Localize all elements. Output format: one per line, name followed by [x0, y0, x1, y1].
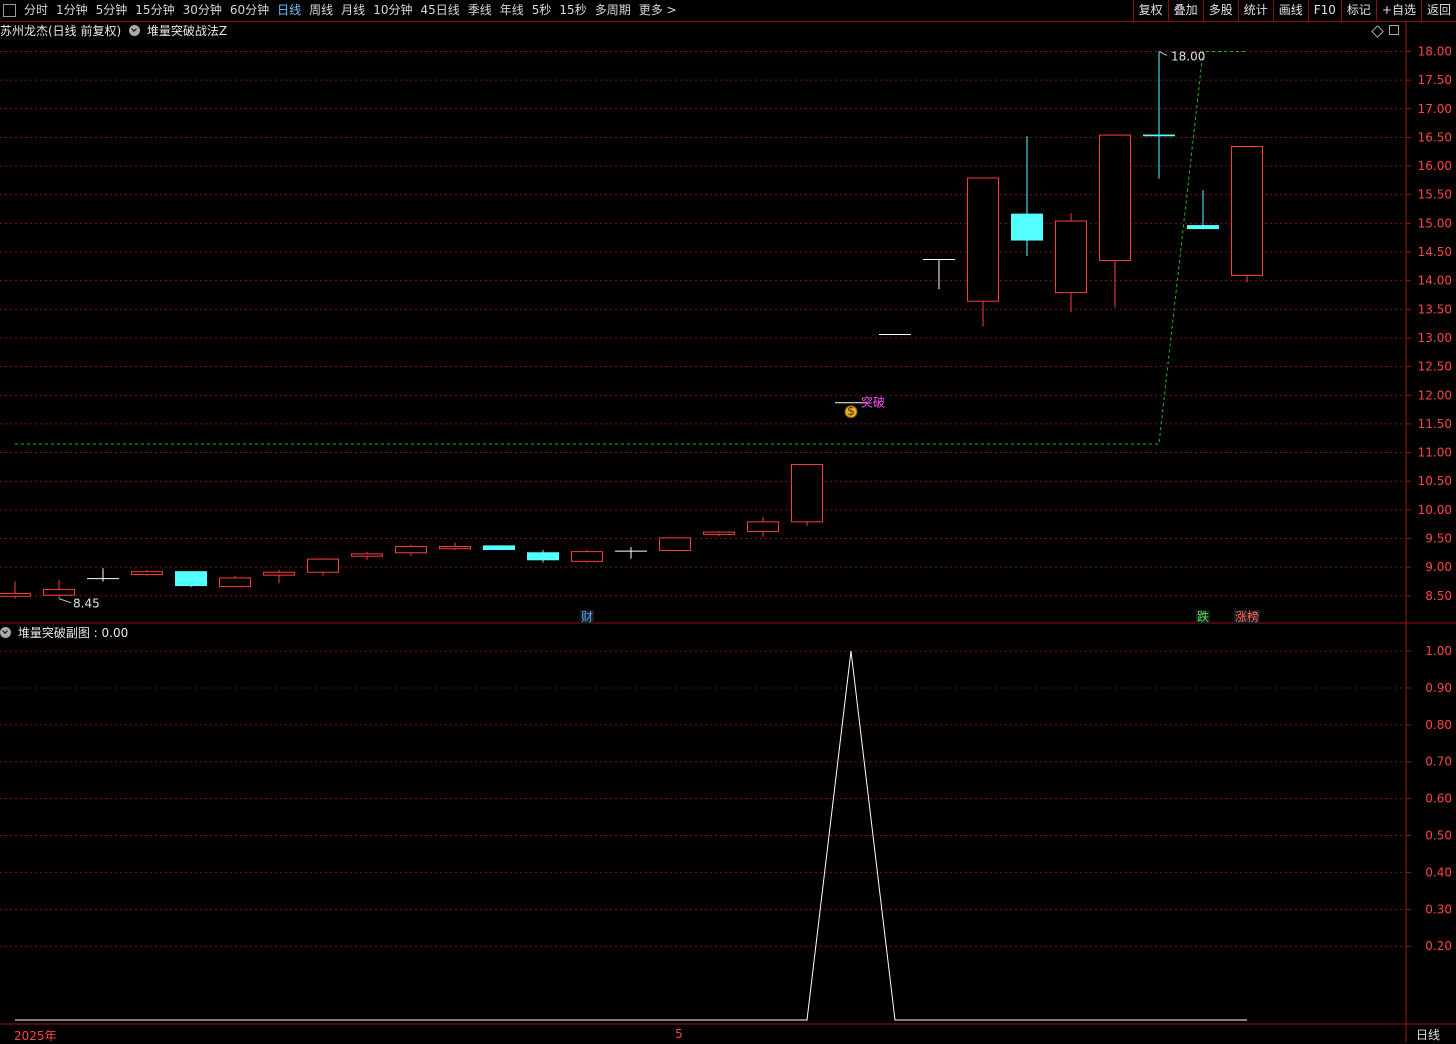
candle-body: [967, 177, 999, 302]
candle-body: [307, 558, 339, 573]
candle: [131, 570, 163, 576]
candle: [263, 570, 295, 584]
candle-body: [659, 537, 691, 551]
candle-body: [175, 571, 207, 587]
candle: [615, 547, 647, 559]
main-y-tick-label: 16.00: [1418, 159, 1452, 173]
candle-body: [703, 531, 735, 535]
candle: [483, 545, 515, 550]
candle: [659, 537, 691, 551]
main-y-tick-label: 11.50: [1418, 417, 1452, 431]
candle: [0, 581, 31, 599]
candle-body: [395, 545, 427, 554]
candle-body: [1231, 146, 1263, 276]
candle-body: [351, 553, 383, 557]
low-label: 8.45: [73, 597, 100, 611]
candle: [747, 516, 779, 537]
main-y-tick-label: 16.50: [1418, 130, 1452, 144]
sub-y-tick-label: 0.40: [1425, 865, 1452, 879]
main-y-tick-label: 12.50: [1418, 360, 1452, 374]
candle-body: [527, 552, 559, 561]
main-y-tick-label: 15.50: [1418, 188, 1452, 202]
event-tag: 跌: [1197, 609, 1209, 624]
candle: [43, 579, 75, 599]
candle-body: [263, 571, 295, 576]
main-y-tick-label: 12.00: [1418, 388, 1452, 402]
sub-y-tick-label: 0.20: [1425, 939, 1452, 953]
candle: [1099, 134, 1131, 308]
main-y-tick-label: 10.50: [1418, 474, 1452, 488]
candle: [791, 464, 823, 526]
high-label: 18.00: [1171, 49, 1205, 63]
money-bag-symbol: $: [847, 404, 855, 418]
candle: [351, 551, 383, 560]
candle-body: [483, 545, 515, 550]
candle: [923, 258, 955, 290]
candle: [395, 544, 427, 556]
main-y-tick-label: 17.50: [1418, 73, 1452, 87]
candle-body: [747, 521, 779, 533]
sub-y-tick-label: 0.30: [1425, 902, 1452, 916]
candle-body: [43, 588, 75, 596]
candle: [1231, 146, 1263, 283]
candle-body: [791, 464, 823, 523]
sub-y-tick-label: 0.90: [1425, 681, 1452, 695]
sub-y-tick-label: 1.00: [1425, 644, 1452, 658]
candle: [703, 531, 735, 537]
sub-y-tick-label: 0.60: [1425, 792, 1452, 806]
main-y-tick-label: 8.50: [1425, 589, 1452, 603]
main-y-tick-label: 15.00: [1418, 216, 1452, 230]
kline-chart[interactable]: 8.50 9.00 9.50 10.00 10.50 11.00 11.50 12.00 12.…: [0, 0, 1456, 1042]
candle-body: [219, 577, 251, 588]
candle-body: [1187, 225, 1219, 230]
candle: [175, 571, 207, 588]
candle: [571, 549, 603, 563]
main-y-tick-label: 17.00: [1418, 102, 1452, 116]
low-pointer: [58, 598, 72, 604]
main-y-tick-label: 11.00: [1418, 446, 1452, 460]
candle-body: [571, 551, 603, 562]
candle: [307, 558, 339, 576]
main-y-tick-label: 13.50: [1418, 302, 1452, 316]
sub-y-tick-label: 0.50: [1425, 829, 1452, 843]
candle: [1143, 51, 1175, 179]
sub-y-tick-label: 0.70: [1425, 755, 1452, 769]
high-pointer: [1158, 51, 1168, 56]
candle: [87, 568, 119, 582]
main-y-tick-label: 9.00: [1425, 560, 1452, 574]
candle: [527, 549, 559, 563]
candle: [439, 542, 471, 550]
candle-body: [1011, 213, 1043, 241]
candle-body: [1055, 220, 1087, 294]
x-axis-label-year: 2025年: [14, 1029, 57, 1043]
period-indicator[interactable]: 日线: [1416, 1026, 1440, 1043]
candle-body: [0, 592, 31, 597]
breakout-marker-text: 突破: [861, 395, 885, 410]
candle: [219, 575, 251, 588]
candle: [1055, 213, 1087, 313]
candle-body: [131, 571, 163, 576]
main-y-tick-label: 10.00: [1418, 503, 1452, 517]
event-tag: 涨榜: [1235, 609, 1259, 624]
candle: [967, 177, 999, 327]
main-y-tick-label: 9.50: [1425, 532, 1452, 546]
event-tag: 财: [581, 610, 593, 624]
candle-body: [439, 545, 471, 550]
main-y-tick-label: 13.00: [1418, 331, 1452, 345]
candle-body: [1143, 134, 1175, 137]
main-y-tick-label: 14.50: [1418, 245, 1452, 259]
main-y-tick-label: 14.00: [1418, 274, 1452, 288]
sub-y-tick-label: 0.80: [1425, 718, 1452, 732]
x-axis-label-month: 5: [675, 1027, 683, 1041]
main-y-tick-label: 18.00: [1418, 44, 1452, 58]
candle-body: [1099, 134, 1131, 262]
candle: [1011, 136, 1043, 257]
